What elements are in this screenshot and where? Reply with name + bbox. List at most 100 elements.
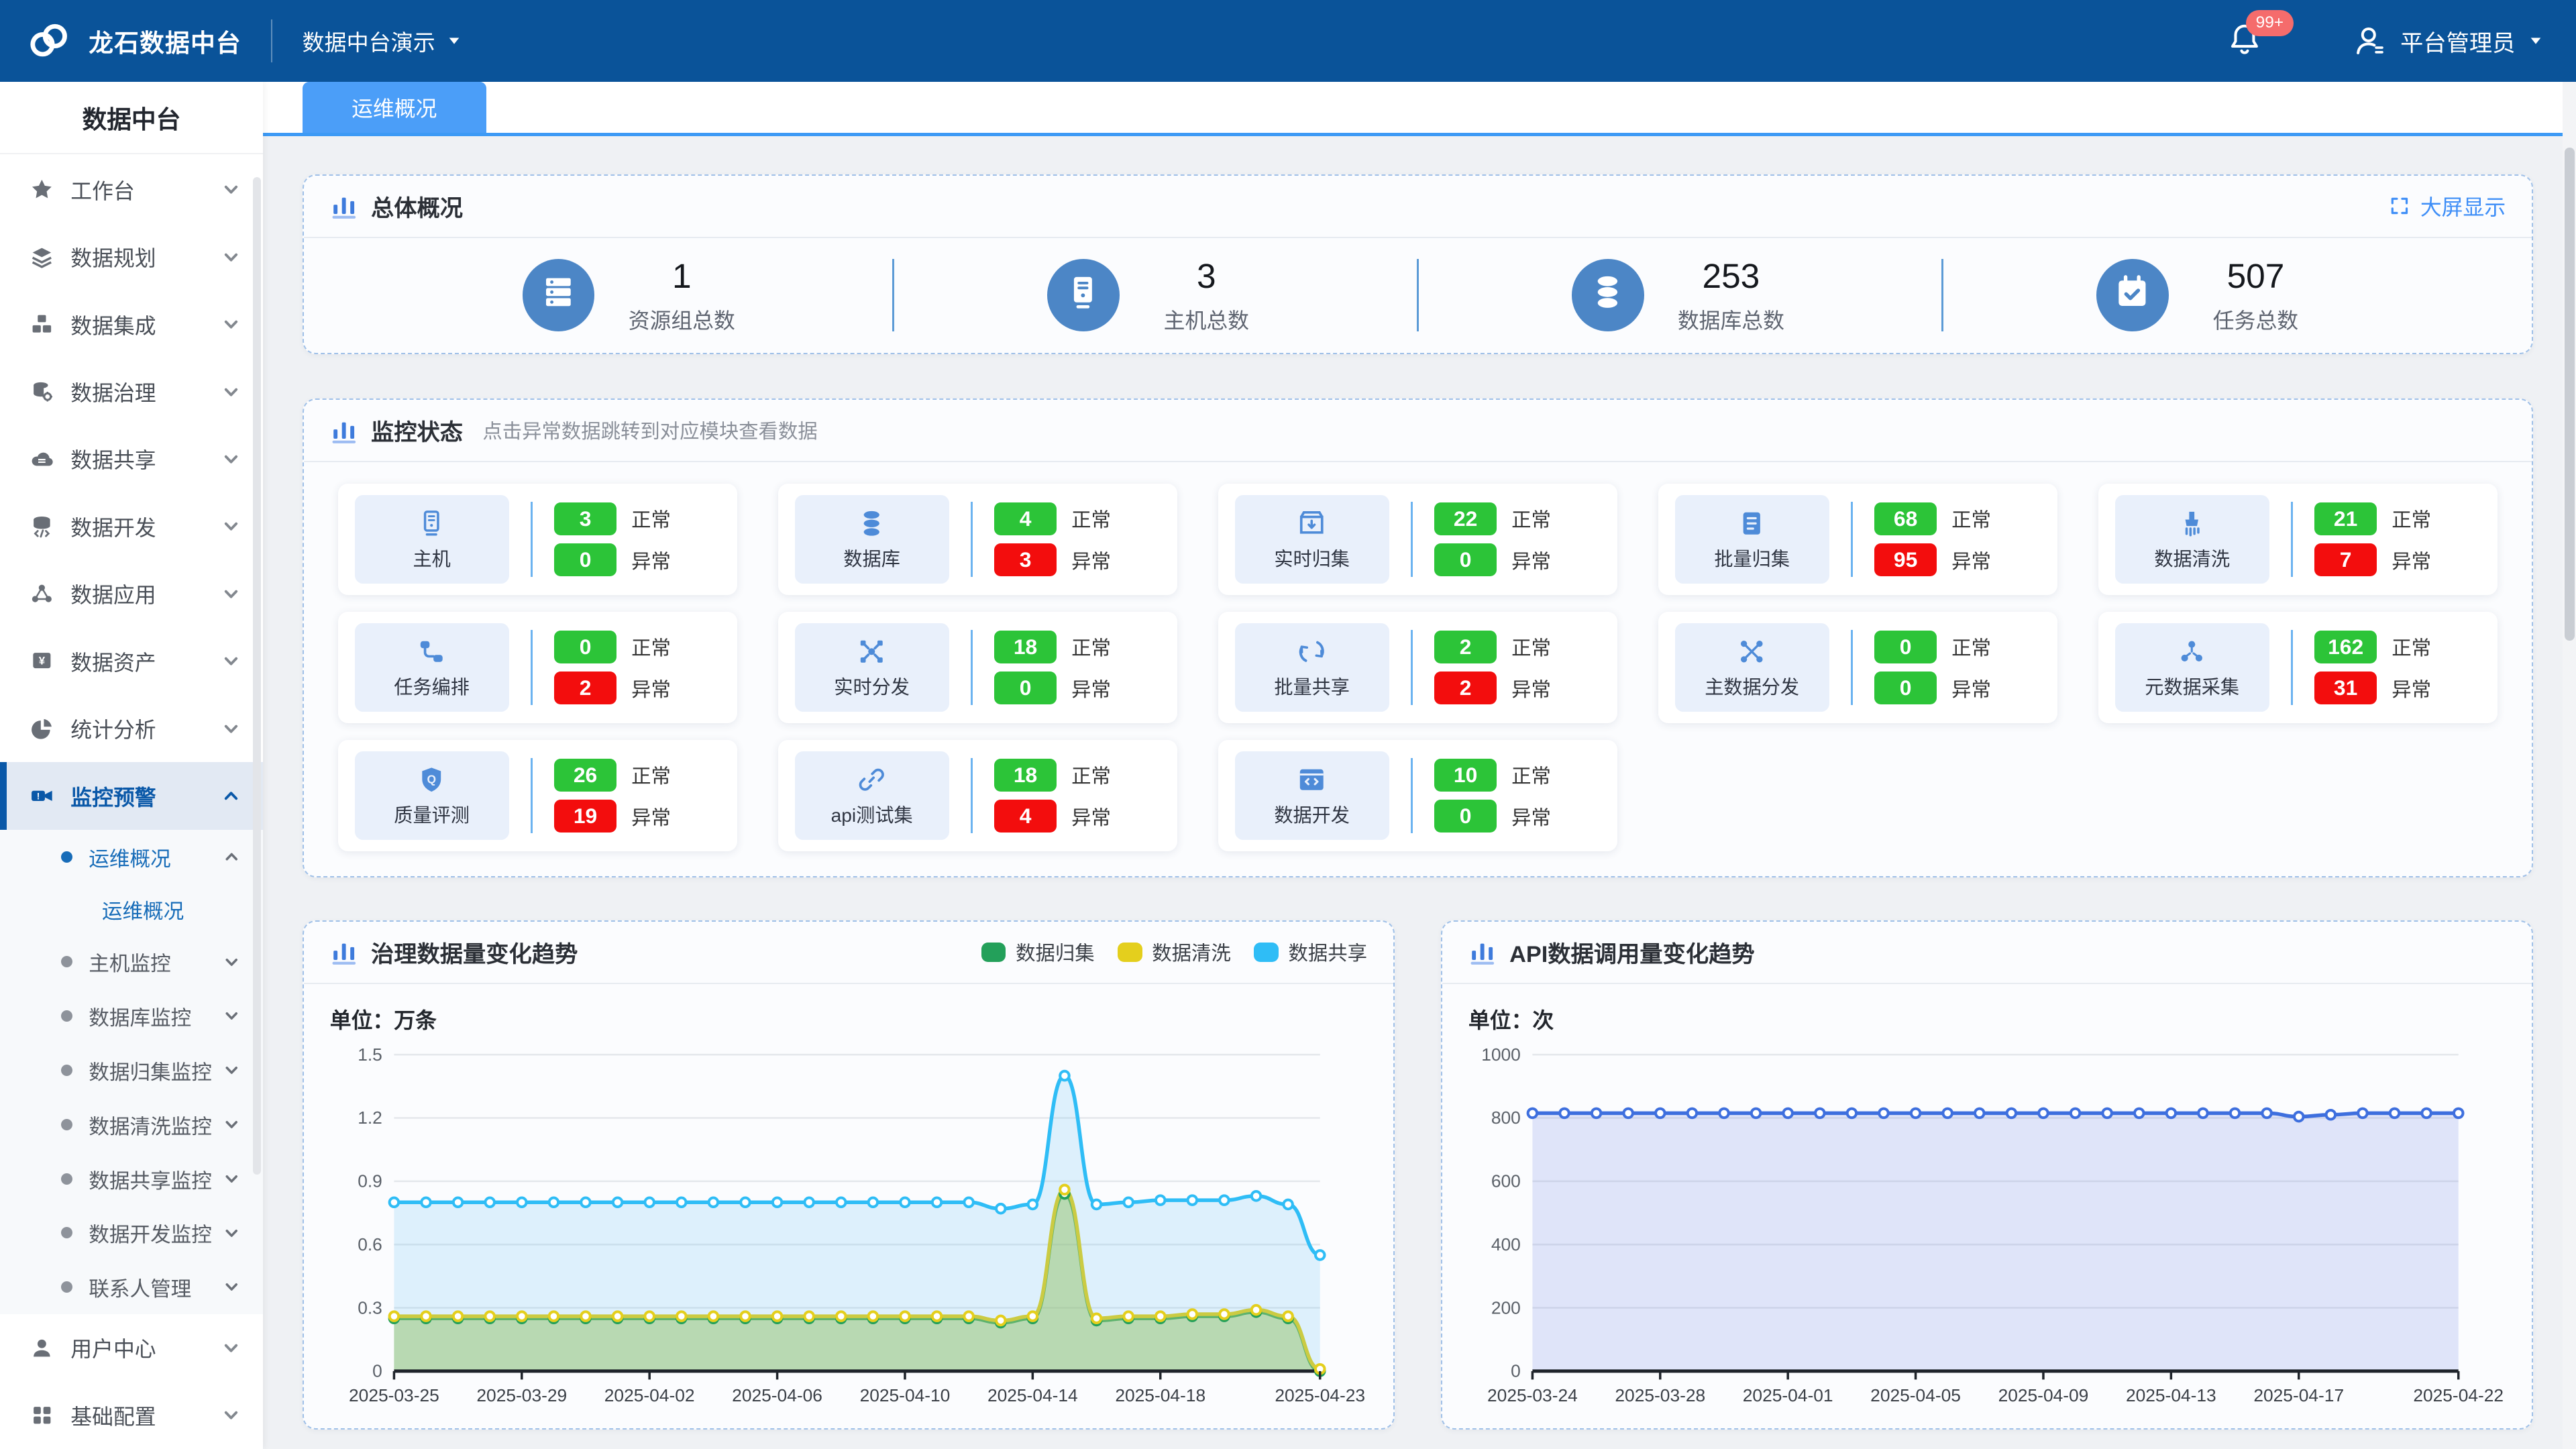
monitor-normal-row: 162正常: [2314, 631, 2431, 663]
sidebar-leaf-ops-overview-page[interactable]: 运维概况: [0, 884, 263, 935]
monitor-tile-task-orchestration: 任务编排: [355, 623, 509, 712]
monitor-card-quality-eval[interactable]: Q质量评测26正常19异常: [338, 740, 737, 852]
monitor-card-api-test[interactable]: api测试集18正常4异常: [778, 740, 1177, 852]
legend-item-数据清洗[interactable]: 数据清洗: [1118, 938, 1231, 966]
monitor-normal-count[interactable]: 0: [1874, 631, 1937, 663]
monitor-normal-count[interactable]: 162: [2314, 631, 2377, 663]
monitor-card-label: 任务编排: [394, 672, 470, 700]
svg-text:2025-04-17: 2025-04-17: [2253, 1385, 2344, 1405]
card-divider: [1411, 630, 1413, 706]
monitor-abnormal-count[interactable]: 2: [1434, 672, 1497, 704]
chevron-down: [222, 315, 240, 333]
monitor-abnormal-count[interactable]: 0: [1434, 800, 1497, 833]
monitor-normal-row: 18正常: [994, 631, 1111, 663]
sidebar-item-monitor-alert[interactable]: !监控预警: [0, 762, 263, 829]
sidebar-item-data-assets[interactable]: ¥数据资产: [0, 627, 263, 694]
monitor-abnormal-count[interactable]: 7: [2314, 543, 2377, 576]
sidebar-item-data-planning[interactable]: 数据规划: [0, 223, 263, 290]
bell-icon: [2226, 35, 2263, 64]
monitor-normal-count[interactable]: 18: [994, 759, 1057, 792]
sidebar-item-workbench[interactable]: 工作台: [0, 156, 263, 223]
monitor-abnormal-count[interactable]: 4: [994, 800, 1057, 833]
card-divider: [1851, 502, 1854, 578]
monitor-normal-count[interactable]: 68: [1874, 502, 1937, 535]
monitor-card-data-clean[interactable]: 数据清洗21正常7异常: [2098, 484, 2498, 596]
sidebar-item-basic-config[interactable]: 基础配置: [0, 1382, 263, 1449]
monitor-card-batch-collect[interactable]: 批量归集68正常95异常: [1658, 484, 2057, 596]
sidebar-item-data-governance[interactable]: 数据治理: [0, 358, 263, 425]
monitor-tile-batch-share: 批量共享: [1235, 623, 1389, 712]
sidebar-subitem-label: 数据共享监控: [89, 1164, 223, 1194]
sidebar-submenu-monitor-alert: 运维概况运维概况主机监控数据库监控数据归集监控数据清洗监控数据共享监控数据开发监…: [0, 830, 263, 1314]
sidebar-subitem-ops-overview[interactable]: 运维概况: [0, 830, 263, 884]
monitor-abnormal-count[interactable]: 95: [1874, 543, 1937, 576]
monitor-card-realtime-dispatch[interactable]: 实时分发18正常0异常: [778, 612, 1177, 724]
bullet-icon: [61, 956, 72, 967]
card-divider: [1411, 502, 1413, 578]
monitor-card-batch-share[interactable]: 批量共享2正常2异常: [1218, 612, 1617, 724]
monitor-abnormal-row: 0异常: [1434, 800, 1551, 833]
sidebar-subitem-label: 联系人管理: [89, 1272, 223, 1302]
monitor-abnormal-label: 异常: [1511, 546, 1551, 574]
monitor-card-metadata-collect[interactable]: 元数据采集162正常31异常: [2098, 612, 2498, 724]
monitor-abnormal-count[interactable]: 19: [554, 800, 616, 833]
api-unit-label: 单位：次: [1468, 1004, 2509, 1034]
monitor-abnormal-count[interactable]: 3: [994, 543, 1057, 576]
page-scrollbar-thumb[interactable]: [2565, 148, 2575, 641]
sidebar-scrollbar[interactable]: [253, 164, 261, 1442]
monitor-status-panel: 监控状态 点击异常数据跳转到对应模块查看数据 主机3正常0异常数据库4正常3异常…: [303, 398, 2534, 877]
workspace-dropdown[interactable]: 数据中台演示: [302, 25, 461, 57]
sidebar-scrollbar-thumb[interactable]: [253, 177, 261, 1174]
monitor-normal-count[interactable]: 2: [1434, 631, 1497, 663]
monitor-normal-count[interactable]: 26: [554, 759, 616, 792]
monitor-normal-count[interactable]: 21: [2314, 502, 2377, 535]
monitor-card-master-dispatch[interactable]: 主数据分发0正常0异常: [1658, 612, 2057, 724]
legend-item-数据归集[interactable]: 数据归集: [981, 938, 1095, 966]
monitor-tile-realtime-dispatch: 实时分发: [795, 623, 949, 712]
monitor-card-realtime-collect[interactable]: 实时归集22正常0异常: [1218, 484, 1617, 596]
monitor-abnormal-count[interactable]: 31: [2314, 672, 2377, 704]
monitor-abnormal-label: 异常: [631, 802, 671, 830]
legend-item-数据共享[interactable]: 数据共享: [1254, 938, 1367, 966]
monitor-abnormal-count[interactable]: 0: [994, 672, 1057, 704]
monitor-abnormal-count[interactable]: 0: [1434, 543, 1497, 576]
sidebar-subitem-collect-monitor[interactable]: 数据归集监控: [0, 1043, 263, 1097]
page-scrollbar[interactable]: [2563, 82, 2576, 1449]
monitor-abnormal-count[interactable]: 2: [554, 672, 616, 704]
sidebar-subitem-clean-monitor[interactable]: 数据清洗监控: [0, 1097, 263, 1152]
tab-ops-overview[interactable]: 运维概况: [303, 82, 486, 133]
sidebar-subitem-share-monitor[interactable]: 数据共享监控: [0, 1152, 263, 1206]
notifications-button[interactable]: 99+: [2226, 21, 2266, 61]
monitor-normal-count[interactable]: 18: [994, 631, 1057, 663]
svg-text:400: 400: [1491, 1234, 1521, 1254]
sidebar-subitem-host-monitor[interactable]: 主机监控: [0, 934, 263, 989]
monitor-card-data-dev[interactable]: 数据开发10正常0异常: [1218, 740, 1617, 852]
card-divider: [1411, 758, 1413, 834]
sidebar-subitem-contacts[interactable]: 联系人管理: [0, 1260, 263, 1314]
monitor-card-host[interactable]: 主机3正常0异常: [338, 484, 737, 596]
user-menu[interactable]: 平台管理员: [2351, 23, 2543, 59]
fullscreen-display-button[interactable]: 大屏显示: [2389, 191, 2506, 221]
monitor-tile-host: 主机: [355, 495, 509, 584]
sidebar-item-user-center[interactable]: 用户中心: [0, 1314, 263, 1381]
monitor-normal-count[interactable]: 22: [1434, 502, 1497, 535]
sidebar-item-data-sharing[interactable]: 数据共享: [0, 425, 263, 492]
sidebar-item-statistics[interactable]: 统计分析: [0, 695, 263, 762]
sidebar-item-data-integration[interactable]: 数据集成: [0, 290, 263, 358]
chevron-down: [222, 585, 240, 603]
expand-icon: [2389, 195, 2410, 217]
sidebar-subitem-db-monitor[interactable]: 数据库监控: [0, 989, 263, 1043]
sidebar-subitem-dev-monitor[interactable]: 数据开发监控: [0, 1205, 263, 1260]
monitor-normal-count[interactable]: 4: [994, 502, 1057, 535]
monitor-normal-count[interactable]: 0: [554, 631, 616, 663]
monitor-abnormal-count[interactable]: 0: [554, 543, 616, 576]
monitor-abnormal-count[interactable]: 0: [1874, 672, 1937, 704]
monitor-normal-count[interactable]: 3: [554, 502, 616, 535]
api-chart-title: API数据调用量变化趋势: [1509, 935, 1755, 969]
monitor-card-task-orchestration[interactable]: 任务编排0正常2异常: [338, 612, 737, 724]
monitor-card-database[interactable]: 数据库4正常3异常: [778, 484, 1177, 596]
monitor-normal-count[interactable]: 10: [1434, 759, 1497, 792]
sidebar-item-data-application[interactable]: 数据应用: [0, 560, 263, 627]
monitor-card-label: 数据库: [843, 544, 900, 572]
sidebar-item-data-development[interactable]: 数据开发: [0, 493, 263, 560]
